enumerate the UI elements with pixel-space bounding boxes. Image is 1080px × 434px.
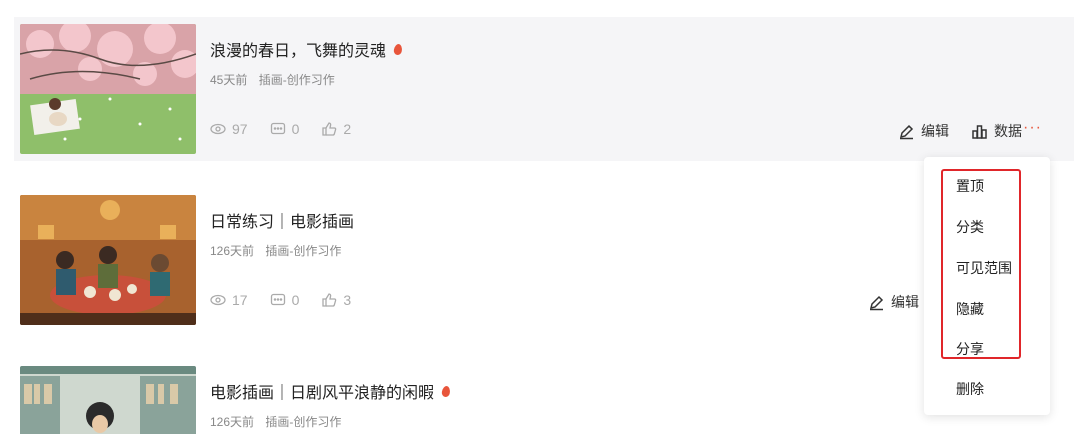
- work-meta: 126天前 插画-创作习作: [210, 413, 341, 430]
- menu-item-category[interactable]: 分类: [956, 217, 984, 237]
- publish-time: 126天前: [210, 244, 255, 258]
- menu-item-hide[interactable]: 隐藏: [956, 299, 984, 319]
- work-title[interactable]: 日常练习｜电影插画: [210, 208, 354, 232]
- edit-button[interactable]: 编辑: [898, 121, 949, 141]
- work-category: 插画-创作习作: [258, 73, 335, 87]
- pencil-icon: [869, 295, 884, 310]
- work-actions: 编辑 数据: [898, 121, 1022, 141]
- views-stat: 97: [210, 121, 248, 137]
- publish-time: 45天前: [210, 73, 248, 87]
- work-title[interactable]: 电影插画｜日剧风平浪静的闲暇: [210, 379, 451, 403]
- comments-count: 0: [291, 292, 300, 308]
- thumbs-up-icon: [322, 122, 337, 136]
- views-count: 17: [232, 292, 248, 308]
- work-title[interactable]: 浪漫的春日，飞舞的灵魂: [210, 37, 403, 61]
- likes-stat: 3: [321, 292, 351, 308]
- comment-icon: [270, 293, 285, 306]
- menu-item-visibility[interactable]: 可见范围: [956, 258, 1012, 278]
- hot-badge-icon: [393, 42, 403, 56]
- edit-label: 编辑: [921, 123, 949, 139]
- work-title-text[interactable]: 日常练习｜电影插画: [210, 208, 354, 232]
- work-category: 插画-创作习作: [265, 244, 342, 258]
- comments-stat: 0: [270, 121, 300, 137]
- thumbs-up-icon: [322, 293, 337, 307]
- work-title-text[interactable]: 浪漫的春日，飞舞的灵魂: [210, 37, 386, 61]
- likes-count: 3: [343, 292, 352, 308]
- menu-item-share[interactable]: 分享: [956, 339, 984, 359]
- work-meta: 126天前 插画-创作习作: [210, 242, 341, 259]
- likes-count: 2: [343, 121, 352, 137]
- menu-item-pin[interactable]: 置顶: [956, 176, 984, 196]
- work-thumbnail[interactable]: [20, 195, 196, 325]
- work-meta: 45天前 插画-创作习作: [210, 71, 335, 88]
- work-card[interactable]: 电影插画｜日剧风平浪静的闲暇 126天前 插画-创作习作: [14, 359, 1074, 434]
- likes-stat: 2: [321, 121, 351, 137]
- work-stats: 97 0 2: [210, 121, 351, 137]
- work-category: 插画-创作习作: [265, 415, 342, 429]
- comments-stat: 0: [270, 292, 300, 308]
- data-label: 数据: [994, 123, 1022, 139]
- eye-icon: [210, 294, 226, 306]
- comment-icon: [270, 122, 285, 135]
- bar-chart-icon: [972, 124, 987, 139]
- more-options-menu: 置顶 分类 可见范围 隐藏 分享 删除: [924, 157, 1050, 415]
- views-stat: 17: [210, 292, 248, 308]
- eye-icon: [210, 123, 226, 135]
- work-thumbnail[interactable]: [20, 366, 196, 434]
- menu-item-delete[interactable]: 删除: [956, 379, 984, 399]
- data-button[interactable]: 数据: [971, 121, 1022, 141]
- comments-count: 0: [291, 121, 300, 137]
- work-thumbnail[interactable]: [20, 24, 196, 154]
- publish-time: 126天前: [210, 415, 255, 429]
- work-card[interactable]: 浪漫的春日，飞舞的灵魂 45天前 插画-创作习作 97 0 2 编辑 数据 ··…: [14, 17, 1074, 161]
- views-count: 97: [232, 121, 248, 137]
- work-stats: 17 0 3: [210, 292, 351, 308]
- hot-badge-icon: [441, 384, 451, 398]
- more-options-button[interactable]: ···: [1023, 119, 1042, 137]
- edit-label: 编辑: [891, 294, 919, 310]
- work-title-text[interactable]: 电影插画｜日剧风平浪静的闲暇: [210, 379, 434, 403]
- pencil-icon: [899, 124, 914, 139]
